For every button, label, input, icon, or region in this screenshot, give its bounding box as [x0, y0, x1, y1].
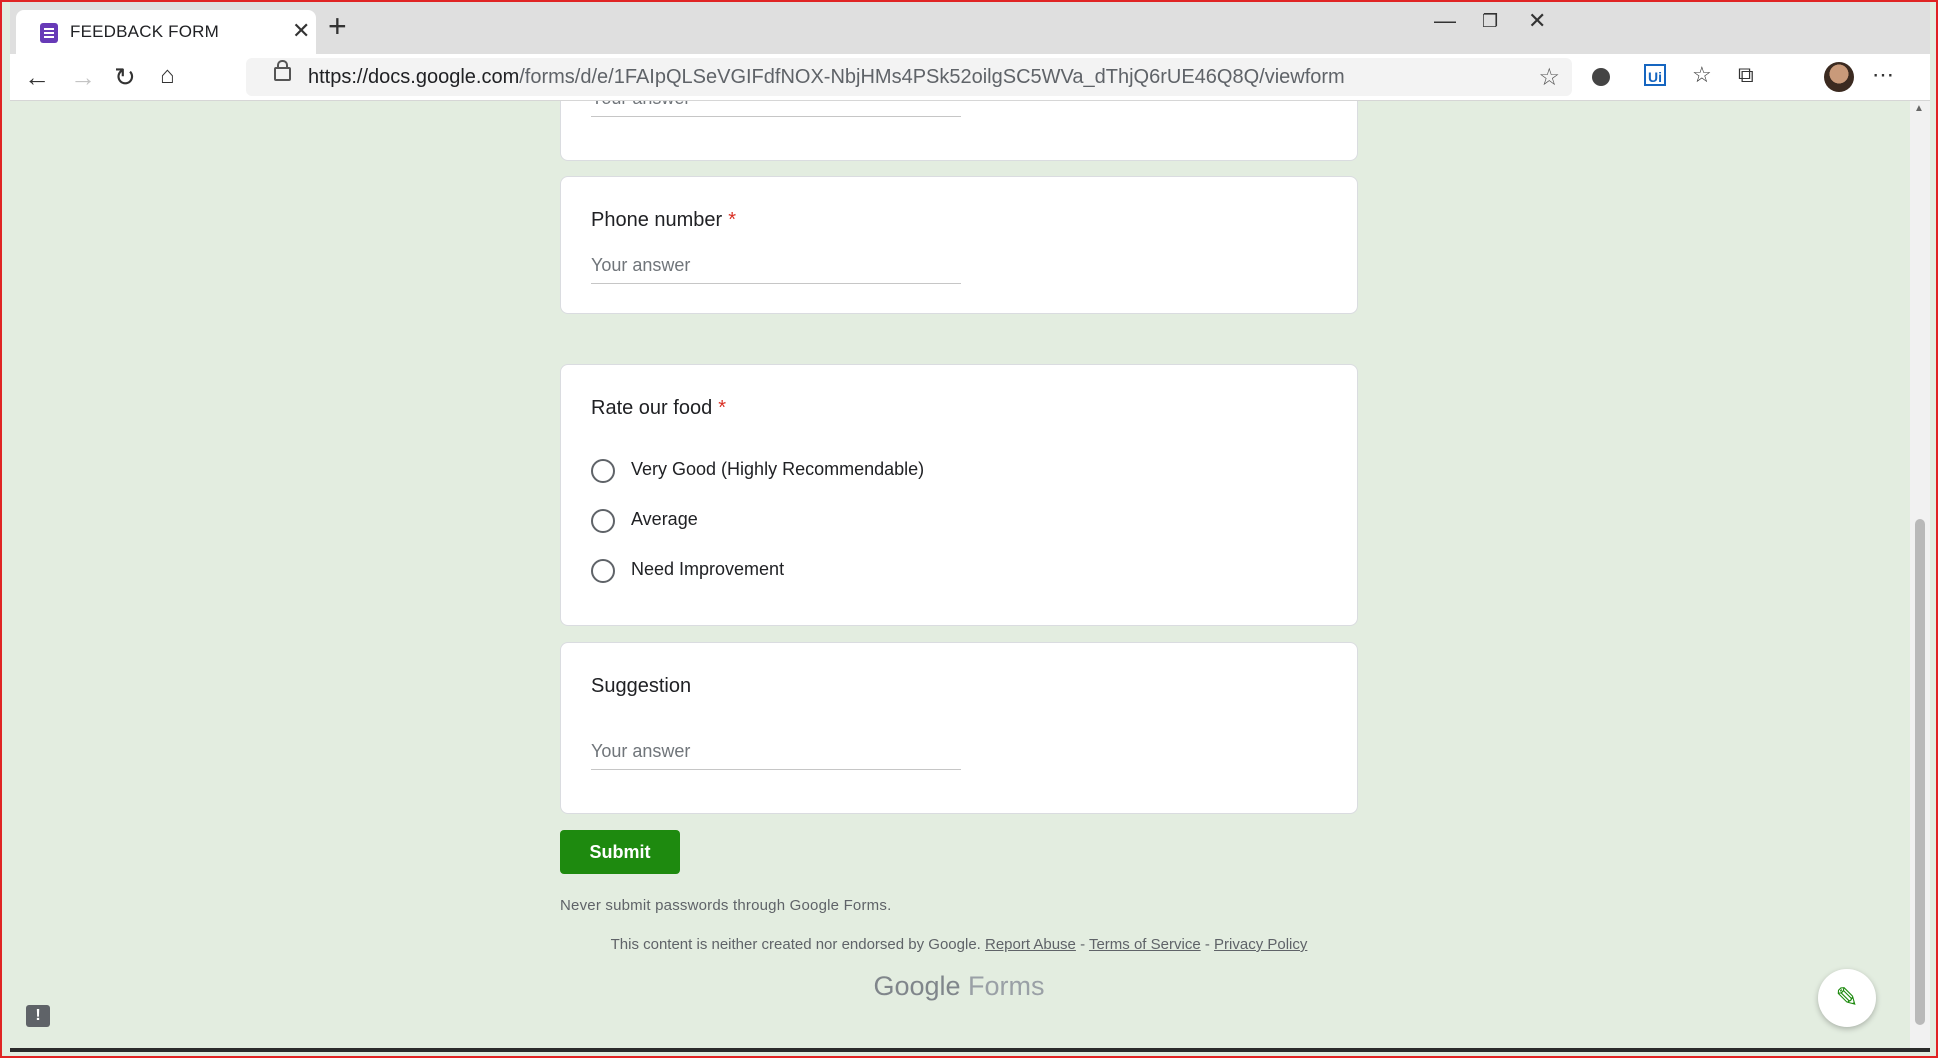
address-bar[interactable]: https://docs.google.com/forms/d/e/1FAIpQ…: [246, 58, 1572, 96]
phone-input[interactable]: Your answer: [591, 249, 961, 284]
footer-separator: -: [1200, 936, 1215, 953]
vertical-scrollbar[interactable]: ▲: [1910, 101, 1930, 1048]
window-close-icon[interactable]: ✕: [1528, 8, 1546, 34]
lock-icon: [274, 60, 291, 81]
home-icon[interactable]: ⌂: [160, 62, 175, 90]
forward-icon[interactable]: →: [70, 62, 96, 93]
privacy-link[interactable]: Privacy Policy: [1214, 936, 1307, 953]
answer-placeholder: Your answer: [591, 255, 691, 275]
report-issue-icon[interactable]: !: [26, 1005, 50, 1027]
radio-button[interactable]: [591, 509, 615, 533]
browser-toolbar: ← → ↻ ⌂ https://docs.google.com/forms/d/…: [10, 54, 1930, 101]
question-title-text: Suggestion: [591, 675, 692, 697]
scroll-thumb[interactable]: [1915, 519, 1925, 1025]
question-card-partial: Your answer: [560, 101, 1358, 161]
add-favorite-icon[interactable]: ☆: [1538, 63, 1560, 92]
back-icon[interactable]: ←: [24, 62, 50, 93]
browser-window: FEEDBACK FORM ✕ + — ❐ ✕ ← → ↻ ⌂ https://…: [10, 2, 1930, 1052]
radio-button[interactable]: [591, 459, 615, 483]
footer-disclaimer: This content is neither created nor endo…: [610, 936, 981, 953]
taskbar-edge: [10, 1048, 1930, 1052]
question-title-phone: Phone number *: [591, 209, 736, 232]
password-warning: Never submit passwords through Google Fo…: [560, 897, 892, 914]
suggestion-input[interactable]: Your answer: [591, 735, 961, 770]
footer-links: This content is neither created nor endo…: [560, 936, 1358, 953]
tab-title: FEEDBACK FORM: [70, 22, 220, 41]
form-page: Your answer Phone number* Your answer Ra…: [10, 101, 1910, 1048]
url-text: https://docs.google.com/forms/d/e/1FAIpQ…: [308, 66, 1345, 88]
tab-strip: FEEDBACK FORM ✕ + — ❐ ✕: [10, 2, 1930, 54]
radio-label: Average: [631, 509, 698, 529]
collections-icon[interactable]: ⧉: [1738, 62, 1754, 88]
question-card-phone: Phone number * Your answer: [560, 176, 1358, 314]
radio-label: Need Improvement: [631, 559, 785, 579]
question-title-text: Rate our food: [591, 397, 713, 419]
report-abuse-link[interactable]: Report Abuse: [985, 936, 1076, 953]
brand-forms: Forms: [968, 971, 1045, 1001]
submit-button[interactable]: Submit: [560, 830, 680, 874]
avatar[interactable]: [1824, 62, 1854, 92]
question-title-rating: Rate our food *: [591, 397, 726, 420]
radio-label: Very Good (Highly Recommendable): [631, 459, 925, 479]
scroll-up-icon[interactable]: ▲: [1914, 103, 1924, 114]
brand-google: Google: [873, 971, 961, 1001]
favorites-icon[interactable]: ☆: [1692, 62, 1712, 88]
question-card-suggestion: Suggestion Your answer: [560, 642, 1358, 814]
question-title-suggestion: Suggestion: [591, 675, 691, 698]
minimize-icon[interactable]: —: [1434, 8, 1456, 34]
pencil-icon[interactable]: ✎: [1818, 969, 1876, 1027]
extension-icon[interactable]: [1592, 68, 1610, 86]
required-asterisk: *: [728, 209, 736, 231]
required-asterisk: *: [718, 397, 726, 419]
answer-placeholder: Your answer: [591, 101, 690, 109]
question-card-rating: Rate our food * Very Good (Highly Recomme…: [560, 364, 1358, 626]
tab-feedback-form[interactable]: FEEDBACK FORM ✕: [16, 10, 316, 54]
restore-icon[interactable]: ❐: [1482, 11, 1498, 32]
radio-button[interactable]: [591, 559, 615, 583]
more-menu-icon[interactable]: ⋯: [1872, 62, 1894, 88]
footer-separator: -: [1075, 936, 1089, 953]
tab-close-icon[interactable]: ✕: [292, 18, 310, 44]
terms-link[interactable]: Terms of Service: [1089, 936, 1201, 953]
new-tab-icon[interactable]: +: [328, 8, 347, 45]
question-title-text: Phone number: [591, 209, 723, 231]
google-forms-icon: [40, 23, 58, 43]
reload-icon[interactable]: ↻: [114, 62, 136, 93]
answer-field-partial[interactable]: Your answer: [591, 101, 961, 117]
answer-placeholder: Your answer: [591, 741, 691, 761]
uipath-extension-icon[interactable]: Ui: [1644, 64, 1666, 86]
google-forms-logo[interactable]: Google Forms: [560, 971, 1358, 1002]
